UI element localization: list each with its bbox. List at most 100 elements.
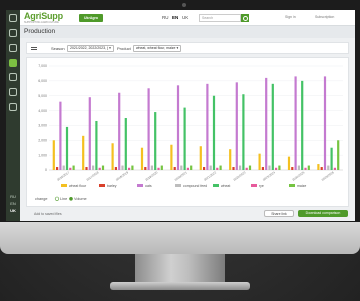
sign-in-link[interactable]: Sign in [285,15,296,19]
bar[interactable] [147,88,150,170]
bar[interactable] [144,167,147,170]
legend-label[interactable]: maize [297,184,306,188]
bar[interactable] [327,165,330,170]
bar[interactable] [65,126,69,170]
sidebar-lang-ru[interactable]: RU [6,194,20,199]
lang-ru[interactable]: RU [162,15,169,20]
legend-label[interactable]: compound feed [183,184,207,188]
product-select[interactable]: wheat, wheat flour, maize ▾ [133,45,182,52]
bar[interactable] [209,165,212,170]
bar[interactable] [92,165,95,170]
bar[interactable] [199,146,202,170]
bar[interactable] [229,149,232,170]
bar[interactable] [245,167,248,170]
bar[interactable] [261,167,264,170]
bar[interactable] [160,165,163,170]
bar[interactable] [95,120,98,170]
bar[interactable] [180,165,183,170]
subscription-link[interactable]: Subscription [315,15,334,19]
chart-icon[interactable] [9,88,17,96]
bar[interactable] [98,167,101,170]
radio-volume[interactable] [69,197,73,201]
bar[interactable] [176,85,180,170]
bar[interactable] [317,164,320,170]
download-comparison-button[interactable]: Download comparison [298,210,348,217]
bar[interactable] [101,165,105,170]
bar[interactable] [59,101,62,170]
season-select[interactable]: 2021/2022, 2022/2023, ( ▾ [67,45,114,52]
legend-label[interactable]: oats [145,184,152,188]
bar[interactable] [190,165,193,170]
bar[interactable] [268,165,271,170]
bar[interactable] [128,167,131,170]
bar[interactable] [275,167,278,170]
bar[interactable] [72,165,75,170]
bar[interactable] [173,167,176,170]
settings-icon[interactable] [9,103,17,111]
bar[interactable] [62,165,65,170]
bar[interactable] [206,83,209,170]
bar[interactable] [56,167,59,170]
bar[interactable] [121,165,124,170]
bar[interactable] [320,167,323,170]
logo[interactable]: AgriSupp [24,11,63,21]
bar[interactable] [294,76,297,170]
bar[interactable] [307,165,310,170]
bar[interactable] [323,76,327,170]
bar[interactable] [157,167,160,170]
menu-icon[interactable] [9,14,17,22]
lang-en[interactable]: EN [172,15,178,20]
sidebar-lang-uk[interactable]: UK [6,208,20,213]
radio-line[interactable] [54,196,60,201]
bar[interactable] [154,112,157,170]
bar[interactable] [265,77,268,170]
production-icon[interactable] [9,59,17,67]
bar[interactable] [278,165,281,170]
legend-swatch[interactable] [61,184,67,187]
bar[interactable] [183,107,186,170]
bar[interactable] [69,167,72,170]
bar[interactable] [114,167,117,170]
filter-icon[interactable] [31,47,37,50]
bar[interactable] [150,165,153,170]
bar[interactable] [219,165,222,170]
bar[interactable] [333,167,336,170]
bar[interactable] [271,83,274,170]
legend-swatch[interactable] [137,184,143,187]
bar[interactable] [297,165,300,170]
sidebar-lang-en[interactable]: EN [6,201,20,206]
legend-label[interactable]: rye [259,184,264,188]
lang-uk[interactable]: UK [182,15,188,20]
bar[interactable] [258,153,261,170]
legend-label[interactable]: barley [107,184,117,188]
bar[interactable] [140,147,144,170]
dashboard-icon[interactable] [9,29,17,37]
search-icon[interactable] [241,14,249,22]
bar[interactable] [304,167,307,170]
share-link-button[interactable]: Share link [264,210,294,217]
bar[interactable] [131,165,134,170]
bar[interactable] [248,165,252,170]
bar[interactable] [88,97,91,170]
add-to-saved-link[interactable]: Add to saved files [34,212,62,216]
search-input[interactable]: Search [199,14,241,22]
bar[interactable] [170,144,173,170]
bar[interactable] [203,167,206,170]
bar[interactable] [242,94,245,170]
bar[interactable] [85,167,88,170]
bar[interactable] [186,167,189,170]
bar[interactable] [52,140,55,170]
legend-swatch[interactable] [213,184,219,187]
bar[interactable] [239,165,242,170]
grid-icon[interactable] [9,44,17,52]
bar[interactable] [232,167,235,170]
bar[interactable] [216,167,219,170]
bar[interactable] [301,80,304,170]
legend-swatch[interactable] [99,184,105,187]
bar[interactable] [235,82,238,170]
bar[interactable] [118,92,121,170]
bar[interactable] [82,135,85,170]
bar[interactable] [330,147,333,170]
bar[interactable] [337,140,340,170]
legend-swatch[interactable] [289,184,295,187]
